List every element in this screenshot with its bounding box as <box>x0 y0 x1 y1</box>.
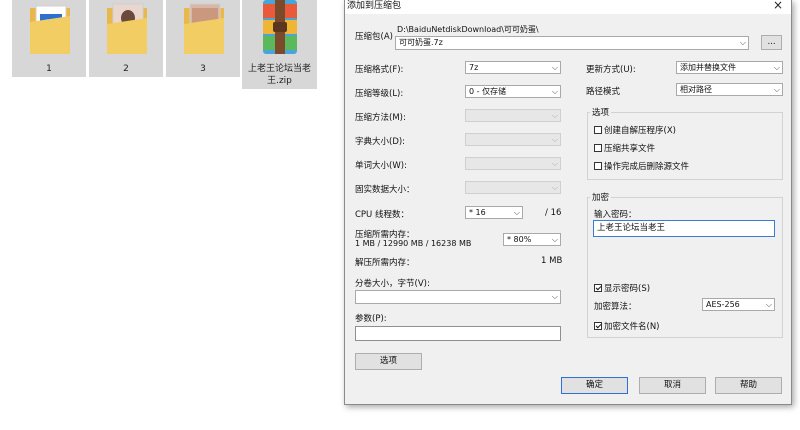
create-sfx-checkbox[interactable]: 创建自解压程序(X) <box>594 124 676 136</box>
dict-size-label: 字典大小(D): <box>355 137 406 147</box>
archive-name-value: 可可奶蛋.7z <box>399 38 443 47</box>
path-mode-value: 相对路径 <box>680 85 712 94</box>
options-group-title: 选项 <box>590 106 612 118</box>
chevron-down-icon: ⌵ <box>773 85 780 94</box>
title-bar: 添加到压缩包 × <box>345 0 791 14</box>
password-input[interactable]: 上老王论坛当老王 <box>593 220 775 237</box>
solid-size-select[interactable]: ⌵ <box>465 181 561 194</box>
chevron-down-icon: ⌵ <box>551 235 558 244</box>
decompress-memory-label: 解压所需内存： <box>355 258 415 268</box>
archive-path: D:\BaiduNetdiskDownload\可可奶蛋\ <box>397 25 539 34</box>
archive-label: 压缩包(A) <box>355 32 393 42</box>
show-password-checkbox[interactable]: 显示密码(S) <box>594 282 650 294</box>
method-select[interactable]: ⌵ <box>465 109 561 122</box>
folder-video-icon <box>30 5 70 54</box>
encryption-method-label: 加密算法： <box>594 302 637 312</box>
encryption-group-title: 加密 <box>590 191 612 203</box>
solid-size-label: 固实数据大小： <box>355 185 415 195</box>
checkbox-icon <box>594 126 602 134</box>
cpu-threads-select[interactable]: * 16 ⌵ <box>465 206 523 219</box>
chevron-down-icon: ⌵ <box>551 159 558 168</box>
cpu-threads-total: / 16 <box>545 208 562 218</box>
split-size-label: 分卷大小，字节(V): <box>355 279 430 289</box>
add-to-archive-dialog: 添加到压缩包 × 压缩包(A) D:\BaiduNetdiskDownload\… <box>344 0 792 405</box>
checkbox-icon <box>594 162 602 170</box>
memory-percent-value: * 80% <box>507 235 532 244</box>
compress-shared-checkbox[interactable]: 压缩共享文件 <box>594 142 655 154</box>
cpu-threads-label: CPU 线程数： <box>355 210 409 220</box>
decompress-memory-value: 1 MB <box>541 256 563 266</box>
memory-percent-select[interactable]: * 80% ⌵ <box>503 233 561 246</box>
format-value: 7z <box>469 63 479 72</box>
delete-after-label: 操作完成后删除源文件 <box>604 162 690 172</box>
path-mode-select[interactable]: 相对路径 ⌵ <box>676 83 783 96</box>
password-label: 输入密码： <box>594 210 637 220</box>
folder-photo-icon <box>184 3 224 54</box>
level-label: 压缩等级(L): <box>355 89 404 99</box>
zip-file-item[interactable]: 上老王论坛当老 王.zip <box>242 0 317 89</box>
dialog-title: 添加到压缩包 <box>347 1 402 11</box>
folder-item-3[interactable]: 3 <box>166 0 240 77</box>
chevron-down-icon: ⌵ <box>551 292 558 301</box>
update-mode-value: 添加并替换文件 <box>680 63 736 72</box>
folder-name: 1 <box>46 64 52 74</box>
word-size-label: 单词大小(W): <box>355 161 407 171</box>
level-value: 0 - 仅存储 <box>469 87 507 96</box>
memory-detail: 1 MB / 12990 MB / 16238 MB <box>355 239 472 248</box>
path-mode-label: 路径模式 <box>586 87 621 97</box>
format-label: 压缩格式(F): <box>355 65 404 75</box>
dict-size-select[interactable]: ⌵ <box>465 133 561 146</box>
archive-name-combo[interactable]: 可可奶蛋.7z ⌵ <box>395 36 749 50</box>
show-password-label: 显示密码(S) <box>604 284 651 294</box>
chevron-down-icon: ⌵ <box>513 208 520 217</box>
chevron-down-icon: ⌵ <box>551 111 558 120</box>
create-sfx-label: 创建自解压程序(X) <box>604 126 676 136</box>
chevron-down-icon: ⌵ <box>551 135 558 144</box>
chevron-down-icon: ⌵ <box>739 38 746 47</box>
folder-name: 2 <box>123 64 129 74</box>
encryption-method-select[interactable]: AES-256 ⌵ <box>702 298 775 311</box>
password-value: 上老王论坛当老王 <box>597 223 666 233</box>
archive-icon <box>263 0 297 54</box>
ok-button[interactable]: 确定 <box>561 377 628 394</box>
delete-after-checkbox[interactable]: 操作完成后删除源文件 <box>594 160 689 172</box>
encrypt-filenames-label: 加密文件名(N) <box>604 322 660 332</box>
help-button[interactable]: 帮助 <box>715 377 782 394</box>
browse-button[interactable]: ... <box>761 35 782 50</box>
folder-name: 3 <box>200 64 206 74</box>
folder-photo-icon <box>107 3 147 54</box>
checkbox-icon <box>594 144 602 152</box>
chevron-down-icon: ⌵ <box>765 300 772 309</box>
cpu-threads-value: * 16 <box>469 208 486 217</box>
chevron-down-icon: ⌵ <box>551 87 558 96</box>
checkbox-checked-icon <box>594 284 602 292</box>
update-mode-label: 更新方式(U): <box>586 65 636 75</box>
split-size-combo[interactable]: ⌵ <box>355 290 561 304</box>
params-input[interactable] <box>355 326 561 341</box>
level-select[interactable]: 0 - 仅存储 ⌵ <box>465 85 561 98</box>
encryption-method-value: AES-256 <box>706 300 740 309</box>
options-button[interactable]: 选项 <box>355 353 422 370</box>
chevron-down-icon: ⌵ <box>773 63 780 72</box>
format-select[interactable]: 7z ⌵ <box>465 61 561 74</box>
checkbox-checked-icon <box>594 322 602 330</box>
folder-item-1[interactable]: 1 <box>12 0 86 77</box>
chevron-down-icon: ⌵ <box>551 63 558 72</box>
zip-file-name: 上老王论坛当老 王.zip <box>247 64 311 86</box>
folder-item-2[interactable]: 2 <box>89 0 163 77</box>
word-size-select[interactable]: ⌵ <box>465 157 561 170</box>
compress-shared-label: 压缩共享文件 <box>604 144 656 154</box>
chevron-down-icon: ⌵ <box>551 183 558 192</box>
close-icon[interactable]: × <box>773 0 783 12</box>
encrypt-filenames-checkbox[interactable]: 加密文件名(N) <box>594 320 660 332</box>
cancel-button[interactable]: 取消 <box>639 377 706 394</box>
method-label: 压缩方法(M): <box>355 113 406 123</box>
params-label: 参数(P): <box>355 314 387 324</box>
update-mode-select[interactable]: 添加并替换文件 ⌵ <box>676 61 783 74</box>
